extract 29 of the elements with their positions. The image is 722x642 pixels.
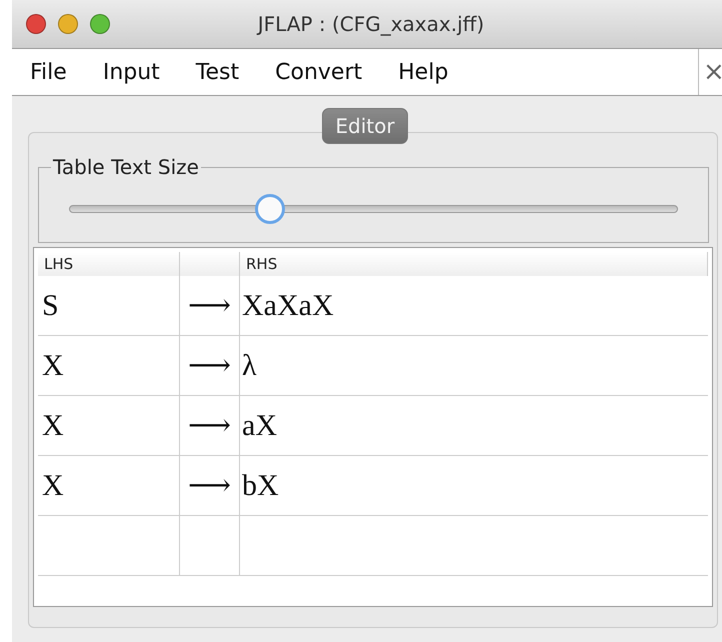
menu-item[interactable]: Input bbox=[84, 60, 170, 84]
window-control-icon[interactable] bbox=[90, 14, 110, 34]
table-cell: ⟶ bbox=[180, 336, 240, 396]
table-cell: ⟶ bbox=[180, 396, 240, 456]
table-cell: bX bbox=[240, 456, 708, 516]
slider-thumb[interactable] bbox=[254, 194, 285, 224]
table-cell: X bbox=[38, 396, 180, 456]
table-cell: aX bbox=[240, 396, 708, 456]
table-cell: X bbox=[38, 456, 180, 516]
table-cell: ⟶ bbox=[180, 276, 240, 336]
table-cell: S bbox=[38, 276, 180, 336]
window-control-icon[interactable] bbox=[58, 14, 78, 34]
empty-cell bbox=[180, 516, 240, 576]
menu-item[interactable]: Test bbox=[178, 60, 250, 84]
table-cell: XaXaX bbox=[240, 276, 708, 336]
window-title: JFLAP : (CFG_xaxax.jff) bbox=[256, 12, 486, 36]
table-cell: λ bbox=[240, 336, 708, 396]
menu-item[interactable]: Help bbox=[380, 60, 458, 84]
window-control-icon[interactable] bbox=[26, 14, 46, 34]
slider-track[interactable] bbox=[69, 194, 678, 224]
close-button[interactable]: × bbox=[698, 49, 722, 95]
column-header[interactable]: LHS bbox=[38, 252, 180, 276]
table-cell: X bbox=[38, 336, 180, 396]
column-header[interactable]: RHS bbox=[240, 252, 708, 276]
menu-item[interactable]: Convert bbox=[257, 60, 372, 84]
group-title: Table Text Size bbox=[52, 155, 200, 179]
menu-item[interactable]: File bbox=[12, 60, 77, 84]
table-cell: ⟶ bbox=[180, 456, 240, 516]
tab[interactable]: Editor bbox=[322, 108, 408, 144]
